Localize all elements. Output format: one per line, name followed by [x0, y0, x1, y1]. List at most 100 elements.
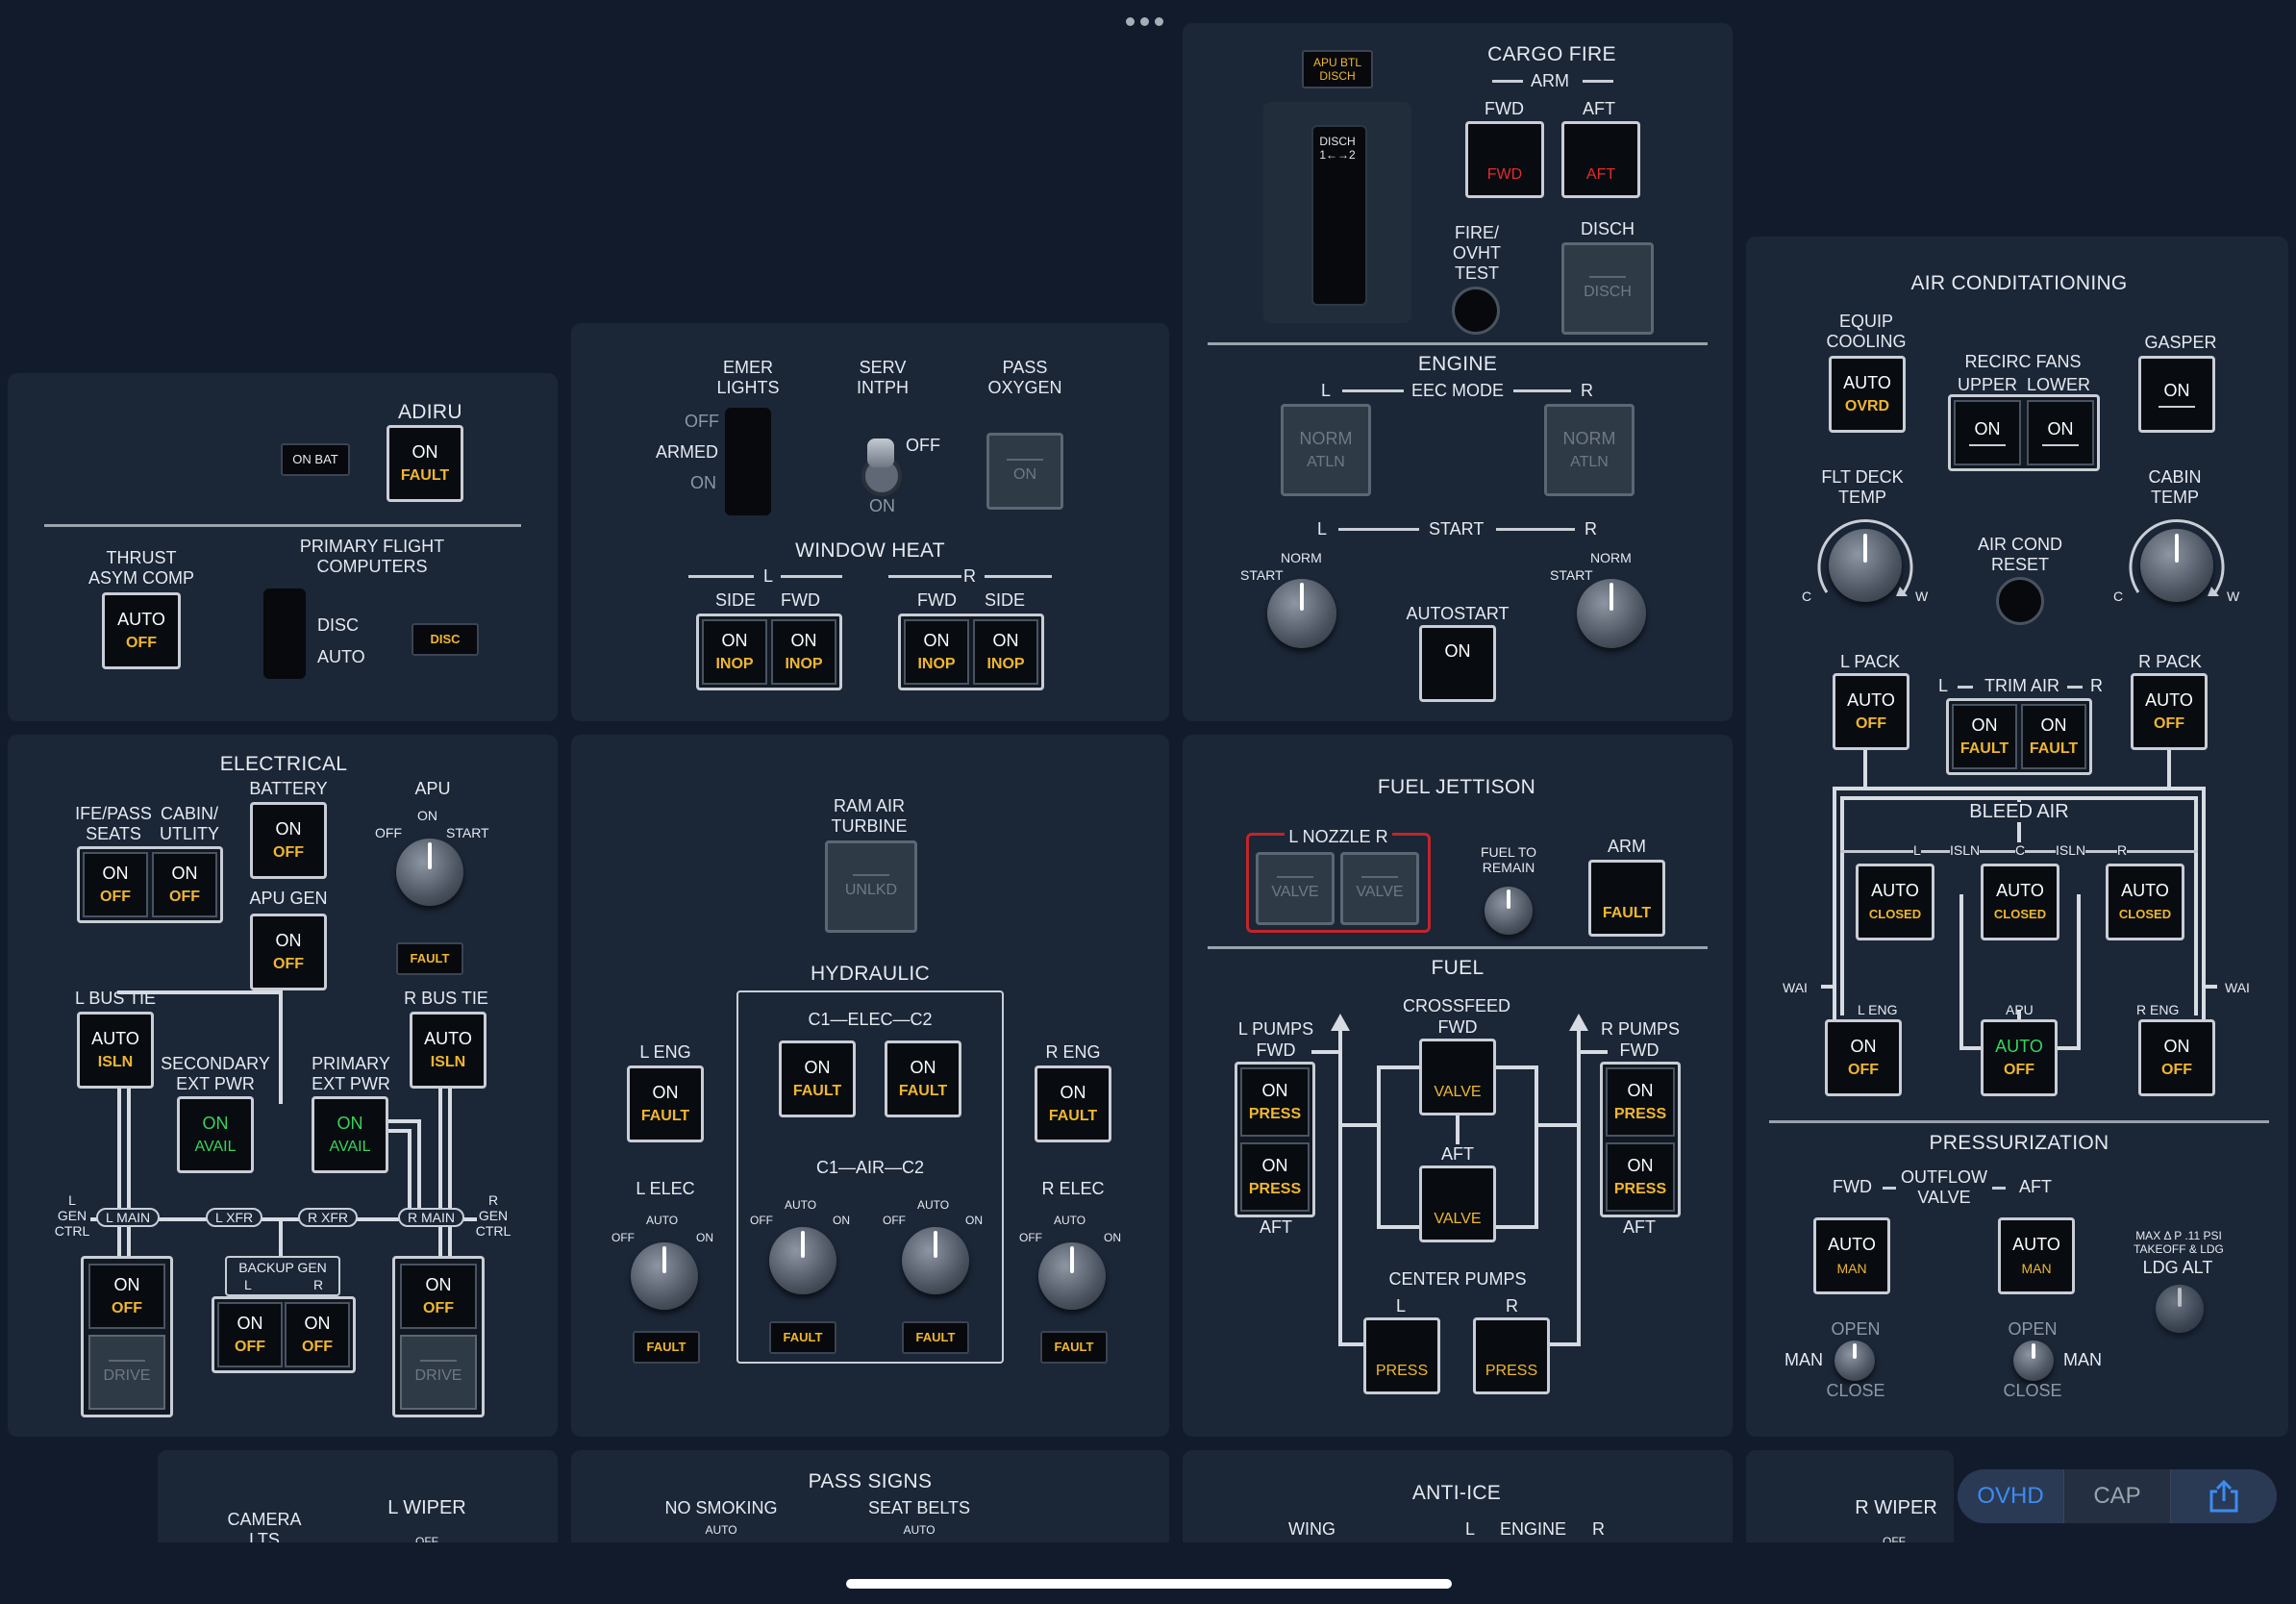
pass-signs-panel — [571, 1450, 1169, 1542]
flt-deck-temp-knob[interactable] — [1829, 529, 1902, 602]
serv-intph-lever[interactable] — [867, 439, 894, 467]
r-elec-title: R ELEC — [1041, 1179, 1105, 1198]
l-eng-bleed-button[interactable]: ON OFF — [1825, 1019, 1902, 1096]
r-drive-button[interactable]: DRIVE — [400, 1335, 477, 1410]
cargo-fire-title: CARGO FIRE — [1487, 43, 1616, 65]
fwd-manual-switch[interactable] — [1834, 1341, 1875, 1381]
c2-air-on: ON — [965, 1214, 983, 1227]
recirc-upper-button[interactable]: ON — [1954, 400, 2021, 465]
wh-r-fwd-button[interactable]: ON INOP — [904, 619, 969, 685]
recirc-lower-button[interactable]: ON — [2027, 400, 2094, 465]
outflow-aft-button[interactable]: AUTO MAN — [1998, 1217, 2075, 1294]
wh-l-side-button[interactable]: ON INOP — [702, 619, 767, 685]
gasper-button[interactable]: ON — [2138, 356, 2215, 433]
bleed-r-isln-button[interactable]: AUTO CLOSED — [2106, 864, 2184, 940]
pri-ext-pwr-button[interactable]: ON AVAIL — [312, 1096, 388, 1173]
crossfeed-aft-button[interactable]: VALVE — [1419, 1165, 1496, 1242]
apu-gen-button[interactable]: ON OFF — [250, 914, 327, 990]
bleed-l-isln-button[interactable]: AUTO CLOSED — [1856, 864, 1934, 940]
l-aft-pump-button[interactable]: ON PRESS — [1240, 1142, 1310, 1212]
home-indicator[interactable] — [846, 1579, 1452, 1589]
l-nozzle-button[interactable]: VALVE — [1256, 852, 1335, 925]
aft-manual-switch[interactable] — [2013, 1341, 2054, 1381]
ife-seats-button[interactable]: ON OFF — [83, 852, 148, 917]
equip-cooling-button[interactable]: AUTO OVRD — [1829, 356, 1906, 433]
trim-air-l-button[interactable]: ON FAULT — [1952, 704, 2017, 769]
autostart-button[interactable]: ON — [1419, 625, 1496, 702]
apu-selector-knob[interactable] — [396, 839, 463, 906]
fuel-to-remain-knob[interactable] — [1485, 887, 1533, 935]
jettison-arm-button[interactable]: FAULT — [1588, 860, 1665, 937]
l-elec-pump-knob[interactable] — [631, 1242, 698, 1310]
r-bus-tie-button[interactable]: AUTO ISLN — [410, 1012, 487, 1089]
l-drive-button[interactable]: DRIVE — [88, 1335, 165, 1410]
ldg-alt-knob[interactable] — [2156, 1285, 2204, 1333]
bleed-c-isln-button[interactable]: AUTO CLOSED — [1981, 864, 2059, 940]
eec-l-button[interactable]: NORM ATLN — [1281, 404, 1371, 496]
anti-ice-r-label: R — [1592, 1519, 1605, 1539]
backup-gen-l: L — [244, 1277, 252, 1292]
cargo-aft-arm-button[interactable]: AFT — [1561, 121, 1640, 198]
wh-r-side-button[interactable]: ON INOP — [973, 619, 1038, 685]
c1-air-pump-knob[interactable] — [769, 1227, 836, 1294]
more-menu-icon[interactable] — [1126, 17, 1163, 26]
r-eng-pump-button[interactable]: ON FAULT — [1035, 1065, 1111, 1142]
l-pack-button[interactable]: AUTO OFF — [1833, 673, 1909, 750]
r-eng-bleed-button[interactable]: ON OFF — [2138, 1019, 2215, 1096]
cabin-utility-button[interactable]: ON OFF — [152, 852, 217, 917]
outflow-valve-label: OUTFLOW VALVE — [1901, 1167, 1987, 1207]
pfc-switch[interactable] — [263, 589, 306, 679]
r-gen-ctrl-button[interactable]: ON OFF — [400, 1264, 477, 1329]
wh-l-fwd-button[interactable]: ON INOP — [771, 619, 836, 685]
ram-air-turbine-button[interactable]: UNLKD — [825, 840, 917, 933]
emer-lights-switch[interactable] — [725, 408, 771, 515]
r-aft-pump-button[interactable]: ON PRESS — [1606, 1142, 1675, 1212]
adiru-button[interactable]: ON FAULT — [387, 425, 463, 502]
cabin-temp-knob[interactable] — [2140, 529, 2213, 602]
eec-r-button[interactable]: NORM ATLN — [1544, 404, 1635, 496]
c2-elec-pump-button[interactable]: ON FAULT — [885, 1040, 961, 1117]
crossfeed-fwd-label: FWD — [1437, 1017, 1478, 1037]
sec-ext-pwr-button[interactable]: ON AVAIL — [177, 1096, 254, 1173]
thrust-asym-button[interactable]: AUTO OFF — [102, 592, 181, 669]
r-elec-pump-knob[interactable] — [1038, 1242, 1106, 1310]
backup-gen-l-button[interactable]: ON OFF — [217, 1302, 283, 1367]
cap-tab[interactable]: CAP — [2063, 1469, 2170, 1523]
air-cond-reset-button[interactable] — [1996, 577, 2044, 625]
crossfeed-fwd-button[interactable]: VALVE — [1419, 1039, 1496, 1115]
center-r-pump-button[interactable]: PRESS — [1473, 1317, 1550, 1394]
crossfeed-title: CROSSFEED — [1402, 996, 1511, 1015]
r-nozzle-button[interactable]: VALVE — [1340, 852, 1419, 925]
apu-bleed-button[interactable]: AUTO OFF — [1981, 1019, 2058, 1096]
ovhd-tab[interactable]: OVHD — [1958, 1469, 2063, 1523]
l-start-knob[interactable] — [1267, 579, 1336, 648]
c2-air-pump-knob[interactable] — [902, 1227, 969, 1294]
pass-oxygen-title: PASS OXYGEN — [987, 358, 1062, 397]
l-bus-tie-button[interactable]: AUTO ISLN — [77, 1012, 154, 1089]
l-eng-pump-button[interactable]: ON FAULT — [627, 1065, 704, 1142]
share-icon[interactable] — [2170, 1469, 2277, 1523]
backup-gen-r-button[interactable]: ON OFF — [285, 1302, 350, 1367]
l-fwd-pump-button[interactable]: ON PRESS — [1240, 1067, 1310, 1137]
center-l-pump-button[interactable]: PRESS — [1363, 1317, 1440, 1394]
start-r-label: R — [1585, 519, 1597, 539]
r-pack-button[interactable]: AUTO OFF — [2131, 673, 2208, 750]
l-xfr-bus-tag: L XFR — [206, 1208, 263, 1227]
pressurization-title: PRESSURIZATION — [1929, 1132, 2109, 1154]
r-start-knob[interactable] — [1577, 579, 1646, 648]
fire-ovht-test-button[interactable] — [1452, 287, 1500, 335]
duct — [2077, 894, 2081, 1048]
pass-oxygen-button[interactable]: ON — [986, 433, 1063, 510]
r-fwd-pump-button[interactable]: ON PRESS — [1606, 1067, 1675, 1137]
l-gen-ctrl-button[interactable]: ON OFF — [88, 1264, 165, 1329]
c1-elec-pump-button[interactable]: ON FAULT — [779, 1040, 856, 1117]
adiru-title: ADIRU — [398, 401, 462, 423]
elec-line — [438, 1089, 442, 1267]
cargo-disch-button[interactable]: DISCH — [1561, 242, 1654, 335]
cargo-fwd-arm-button[interactable]: FWD — [1465, 121, 1544, 198]
outflow-fwd-button[interactable]: AUTO MAN — [1813, 1217, 1890, 1294]
battery-button[interactable]: ON OFF — [250, 802, 327, 879]
fwd-close-label: CLOSE — [1826, 1381, 1885, 1400]
trim-air-r-button[interactable]: ON FAULT — [2021, 704, 2086, 769]
start-line-r — [1496, 528, 1575, 531]
